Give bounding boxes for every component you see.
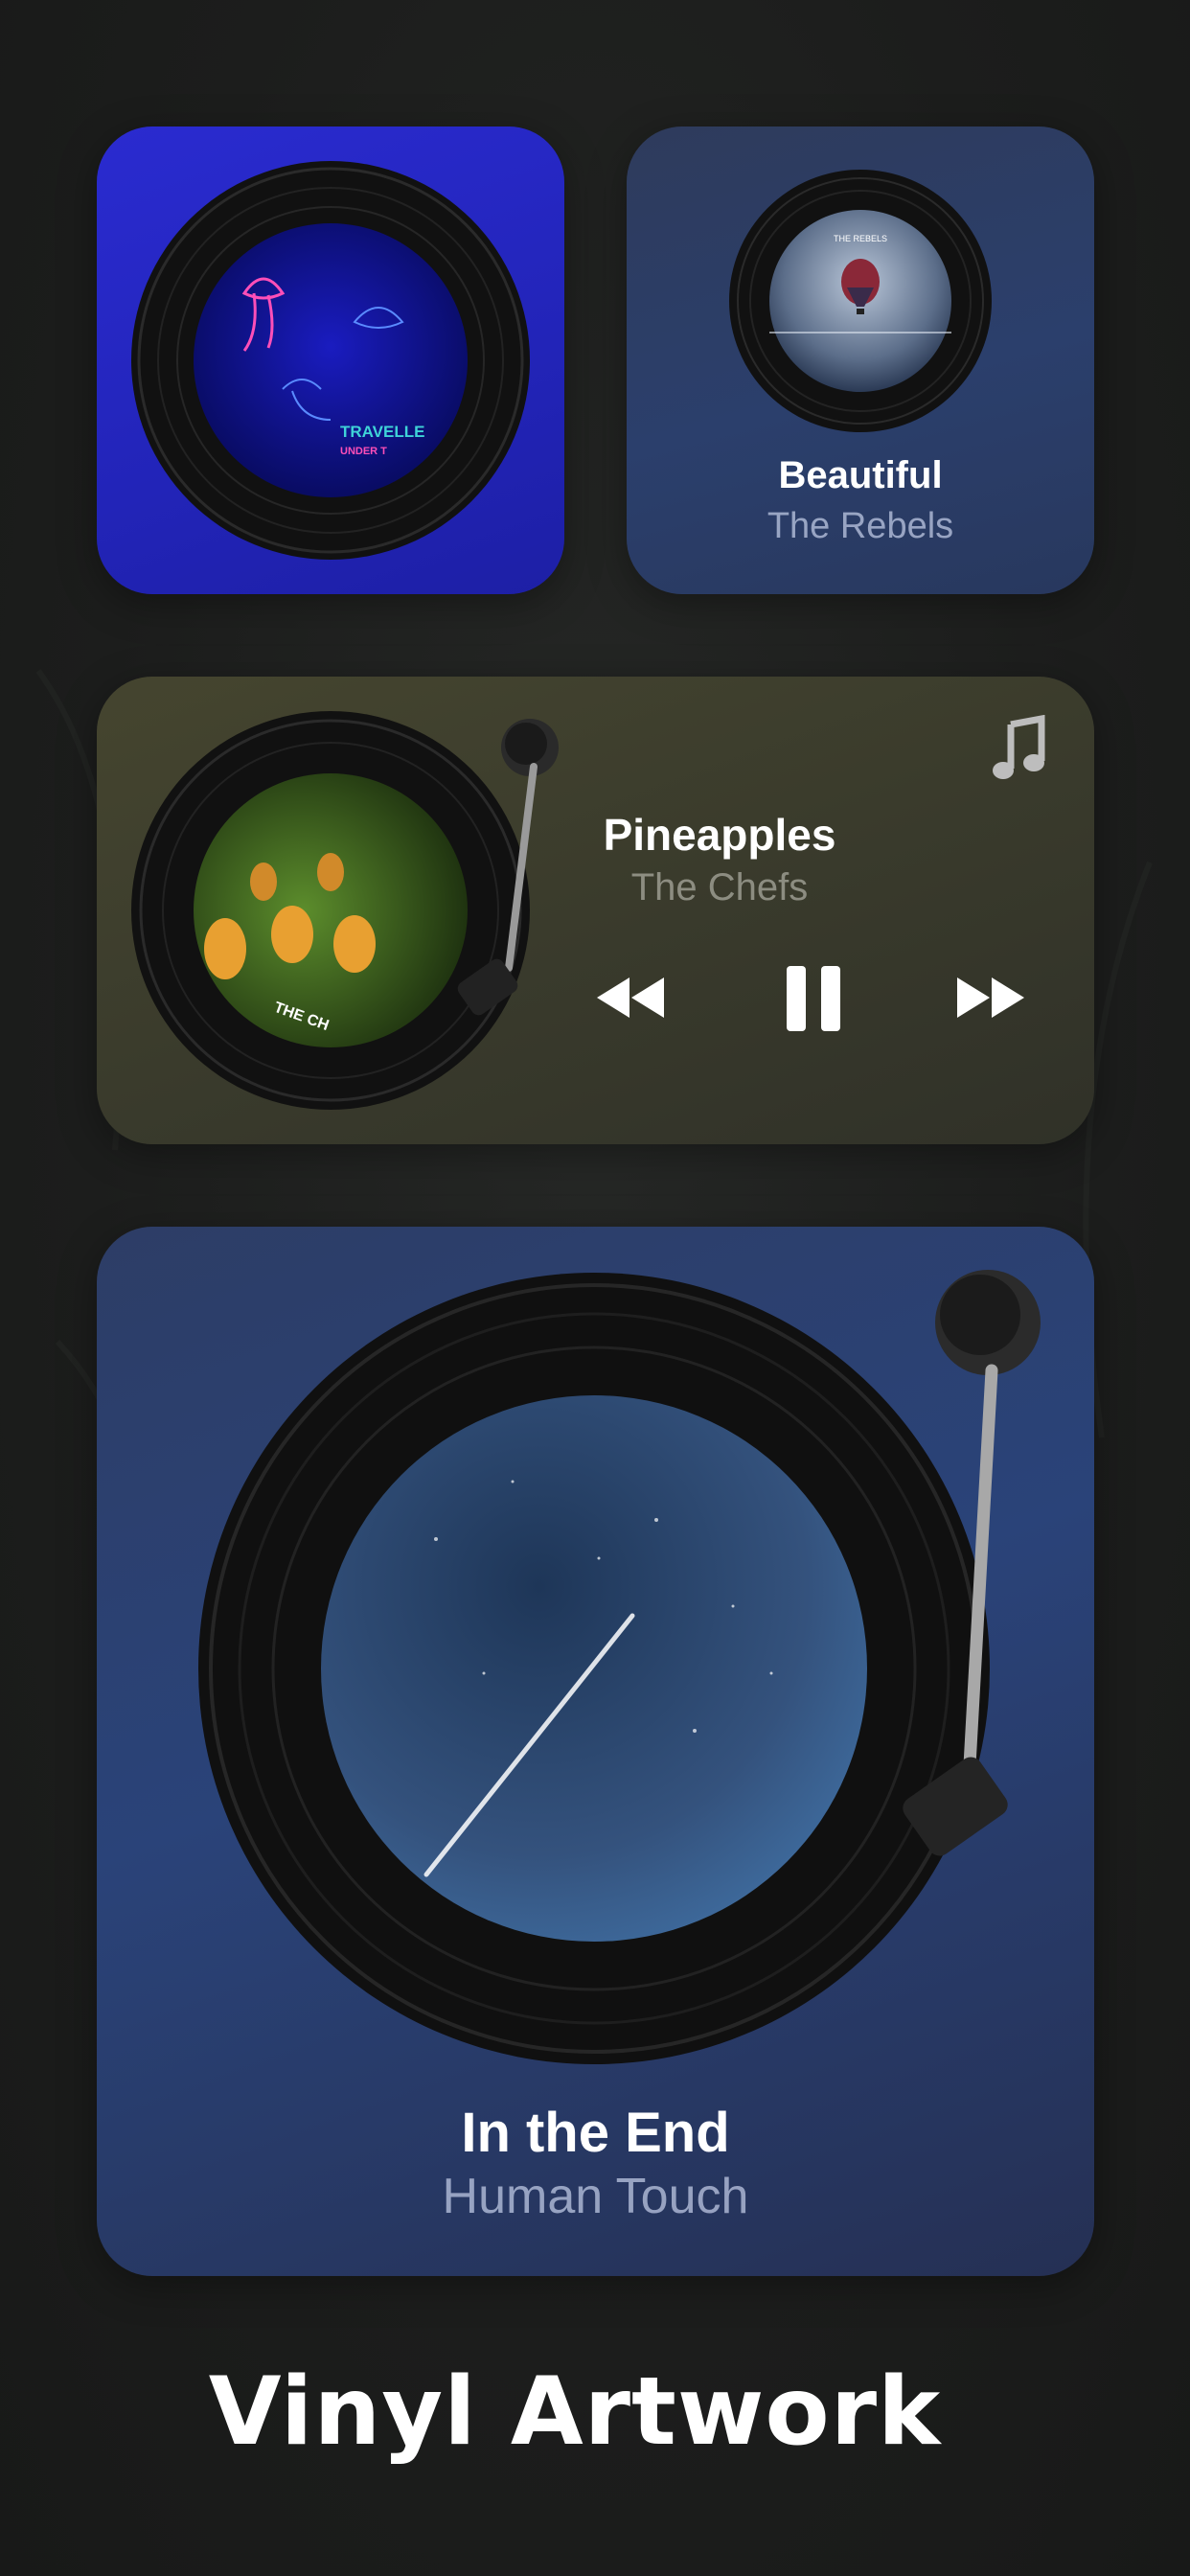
widget-small-beautiful[interactable]: THE REBELS Beautiful The Rebels — [627, 126, 1094, 594]
music-note-icon — [992, 714, 1049, 782]
album-label-line2: UNDER T — [340, 446, 387, 457]
rewind-icon[interactable] — [595, 974, 666, 1026]
widget-small-jellyfish[interactable]: TRAVELLE UNDER T — [97, 126, 564, 594]
song-title: Pineapples — [603, 810, 836, 860]
artist-name: The Chefs — [630, 866, 809, 908]
album-label-line1: TRAVELLE — [340, 423, 424, 441]
vinyl-record: THE REBELS — [729, 170, 992, 432]
song-title: In the End — [461, 2102, 730, 2164]
page-title: Vinyl Artwork — [208, 2358, 942, 2467]
artist-name: The Rebels — [767, 506, 954, 546]
tonearm — [457, 719, 559, 1016]
widget-large-player[interactable]: In the End Human Touch — [97, 1227, 1094, 2276]
artist-name: Human Touch — [442, 2169, 749, 2224]
tonearm — [903, 1270, 1041, 1856]
pause-icon[interactable] — [785, 964, 844, 1038]
widget-medium-player[interactable]: THE CH Pineapples The Chefs — [97, 677, 1094, 1144]
song-title: Beautiful — [778, 454, 943, 496]
fast-forward-icon[interactable] — [955, 974, 1026, 1026]
vinyl-record: TRAVELLE UNDER T — [131, 161, 530, 560]
album-label: THE REBELS — [834, 234, 887, 243]
